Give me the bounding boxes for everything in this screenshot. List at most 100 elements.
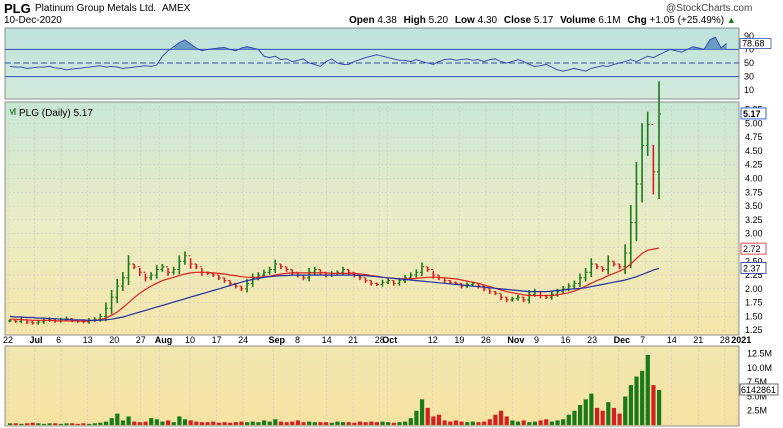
rsi-tick-label: 10 (744, 85, 754, 95)
volume-bar (194, 421, 199, 425)
volume-bar (577, 405, 583, 425)
x-axis-label: 26 (481, 335, 491, 345)
volume-bar (177, 416, 182, 425)
volume-bar (205, 422, 210, 425)
x-axis-label: 14 (667, 335, 677, 345)
volume-bar (307, 421, 312, 425)
volume-bar (188, 420, 193, 425)
volume-bar (137, 422, 142, 425)
x-axis-label: 9 (534, 335, 539, 345)
price-tick-label: 2.00 (745, 284, 763, 294)
volume-bar (160, 421, 165, 425)
volume-bar (81, 423, 86, 425)
x-axis-label: Sep (268, 335, 285, 345)
volume-bar (555, 420, 560, 425)
volume-bar (386, 422, 391, 425)
volume-bar (132, 421, 137, 425)
volume-bar (13, 423, 18, 425)
x-axis-label: Oct (382, 335, 397, 345)
volume-bar (414, 410, 419, 425)
price-tick-label: 3.25 (745, 215, 763, 225)
volume-bar (640, 370, 645, 425)
volume-bar (8, 423, 13, 425)
volume-bar (374, 422, 380, 425)
volume-bar (431, 416, 436, 425)
volume-bar (532, 421, 538, 425)
volume-bar (363, 422, 368, 425)
volume-bar (24, 423, 30, 425)
volume-bar (459, 421, 464, 425)
x-axis-label: 10 (185, 335, 195, 345)
ma-fast-value-label: 2.72 (743, 244, 761, 254)
x-axis-label: 21 (693, 335, 703, 345)
volume-bar (64, 423, 69, 425)
volume-bar (324, 422, 329, 425)
volume-bar (278, 421, 284, 425)
volume-tick-label: 10.0M (747, 363, 772, 373)
volume-bar (380, 421, 385, 425)
price-tick-label: 1.50 (745, 311, 763, 321)
volume-bar (442, 420, 447, 425)
volume-bar (425, 407, 430, 425)
volume-bar (436, 414, 442, 425)
volume-bar (256, 422, 261, 425)
volume-bar (30, 422, 35, 425)
volume-bar (589, 393, 594, 425)
volume-bar (103, 421, 109, 425)
volume-bar (369, 421, 374, 425)
volume-bar (408, 418, 413, 425)
rsi-tick-label: 30 (744, 72, 754, 82)
volume-bar (143, 421, 148, 425)
volume-bar (470, 421, 475, 425)
price-tick-label: 4.25 (745, 160, 763, 170)
last-price-label: 5.17 (743, 109, 761, 119)
volume-bar (566, 414, 571, 425)
volume-bar (549, 421, 554, 425)
x-axis-label: 16 (561, 335, 571, 345)
x-axis-label: 24 (238, 335, 248, 345)
volume-bar (199, 422, 205, 425)
volume-bar (623, 396, 628, 425)
volume-bar (70, 423, 75, 425)
volume-bar (115, 413, 120, 425)
volume-bar (211, 421, 216, 425)
volume-tick-label: 2.5M (747, 406, 767, 416)
rsi-panel (4, 27, 740, 100)
volume-bar (109, 418, 114, 425)
volume-bar (166, 420, 171, 425)
price-tick-label: 5.00 (745, 118, 763, 128)
volume-bar (19, 423, 24, 425)
volume-bar (453, 420, 459, 425)
volume-bar (301, 422, 306, 425)
x-axis-label: 20 (109, 335, 119, 345)
volume-bar (149, 418, 154, 425)
volume-bar (448, 421, 453, 425)
volume-bar (628, 385, 633, 425)
price-panel (4, 101, 740, 336)
price-tick-label: 1.75 (745, 298, 763, 308)
volume-bar (498, 410, 504, 425)
x-axis-label: Jul (30, 335, 43, 345)
volume-tick-label: 12.5M (747, 349, 772, 359)
ma-slow-value-label: 2.37 (743, 263, 761, 273)
price-tick-label: 1.25 (745, 325, 763, 335)
volume-bar (171, 422, 176, 425)
x-axis-label: 7 (640, 335, 645, 345)
volume-bar (465, 422, 470, 425)
price-tick-label: 4.00 (745, 173, 763, 183)
volume-bar (273, 419, 278, 425)
volume-bar (284, 422, 289, 425)
volume-bar (645, 354, 650, 425)
volume-bar (182, 419, 188, 425)
price-tick-label: 3.50 (745, 201, 763, 211)
volume-bar (606, 402, 611, 425)
volume-bar (120, 420, 126, 425)
volume-bar (312, 422, 317, 425)
volume-bar (352, 422, 357, 425)
x-axis-label: Nov (507, 335, 524, 345)
x-axis-label: 22 (3, 335, 13, 345)
volume-bar (476, 422, 481, 425)
volume-bar (544, 419, 549, 425)
stock-chart[interactable]: 103050709078.681.251.501.752.002.252.502… (0, 0, 783, 428)
volume-bar (340, 422, 346, 425)
